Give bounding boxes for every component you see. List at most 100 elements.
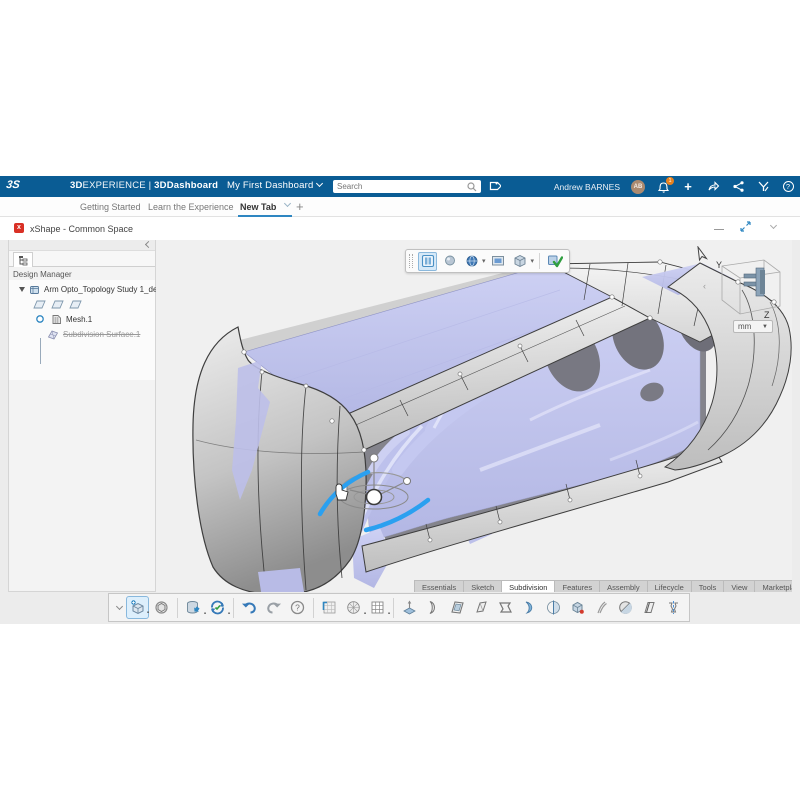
- manipulator-handle-up[interactable]: [370, 454, 378, 462]
- tree-subdivision-row[interactable]: Subdivision Surface.1: [47, 327, 140, 341]
- action-bar-separator: [313, 598, 314, 618]
- ribbon-tab-tools[interactable]: Tools: [691, 580, 724, 592]
- split-surface-icon[interactable]: [542, 596, 565, 619]
- xshape-app-icon[interactable]: x: [14, 223, 24, 233]
- visibility-node-icon[interactable]: [35, 314, 45, 324]
- expand-caret-icon[interactable]: [19, 287, 25, 292]
- view-cube-icon[interactable]: [511, 252, 530, 271]
- design-manager-tab[interactable]: [13, 252, 33, 267]
- manage-content-icon[interactable]: [150, 596, 173, 619]
- add-tab-button[interactable]: +: [296, 199, 304, 214]
- share-network-icon[interactable]: [731, 180, 745, 194]
- axis-y-label: Y: [716, 260, 722, 270]
- undo-icon[interactable]: [238, 596, 261, 619]
- manipulator-center[interactable]: [367, 490, 382, 505]
- xy-plane-icon[interactable]: [33, 299, 46, 310]
- units-value: mm: [738, 322, 751, 331]
- manipulator-handle-right[interactable]: [404, 478, 411, 485]
- expand-icon[interactable]: [740, 221, 751, 232]
- cad-model[interactable]: [156, 240, 792, 592]
- navigation-cube-model: [744, 268, 765, 296]
- ribbon-tab-marketplace[interactable]: Marketplace: [754, 580, 792, 592]
- compass-collapse-icon[interactable]: ‹: [703, 281, 706, 291]
- user-name[interactable]: Andrew BARNES: [554, 182, 620, 192]
- globe-dropdown-caret-icon[interactable]: ▾: [482, 257, 486, 265]
- redo-icon[interactable]: [262, 596, 285, 619]
- search-icon[interactable]: [467, 182, 477, 192]
- loft-frame-icon[interactable]: [494, 596, 517, 619]
- zx-plane-icon[interactable]: [69, 299, 82, 310]
- sphere-cut-icon[interactable]: [614, 596, 637, 619]
- cube-modify-icon[interactable]: [566, 596, 589, 619]
- base-surface-caret-icon[interactable]: ▪: [388, 611, 390, 617]
- new-tab-chevron-icon[interactable]: [284, 200, 291, 207]
- new-content-caret-icon[interactable]: ▪: [147, 610, 149, 616]
- tree-mesh-label[interactable]: Mesh.1: [66, 315, 92, 324]
- ribbon-tab-lifecycle[interactable]: Lifecycle: [647, 580, 691, 592]
- render-sphere-icon[interactable]: [440, 252, 459, 271]
- help-icon[interactable]: ?: [781, 180, 795, 194]
- split-view-icon[interactable]: [418, 252, 437, 271]
- tree-mesh-row[interactable]: Mesh.1: [35, 312, 92, 326]
- screen-fit-icon[interactable]: [489, 252, 508, 271]
- bell-icon[interactable]: 1: [656, 180, 670, 194]
- update-validate-icon[interactable]: [545, 252, 564, 271]
- navigation-cube[interactable]: Y Z: [708, 252, 786, 324]
- help-tool-icon[interactable]: ?: [286, 596, 309, 619]
- view-toolbar: ▾ ▾: [405, 249, 570, 273]
- bend-surface-icon[interactable]: [422, 596, 445, 619]
- base-surface-icon[interactable]: ▪: [366, 596, 389, 619]
- toolbar-grip[interactable]: [409, 254, 413, 268]
- ribbon-tab-sketch[interactable]: Sketch: [463, 580, 501, 592]
- ribbon-tab-features[interactable]: Features: [554, 580, 599, 592]
- action-bar: ▪ ▪ ▪ ? ▪: [108, 593, 690, 622]
- minimize-icon[interactable]: [714, 229, 724, 231]
- flex-curve-icon[interactable]: [590, 596, 613, 619]
- application-window: 3S 3DEXPERIENCE | 3DDashboard My First D…: [0, 176, 800, 624]
- ribbon-tab-essentials[interactable]: Essentials: [414, 580, 463, 592]
- yz-plane-icon[interactable]: [51, 299, 64, 310]
- update-sync-icon[interactable]: ▪: [206, 596, 229, 619]
- global-search[interactable]: [333, 180, 481, 193]
- panel-collapse-icon[interactable]: [145, 241, 152, 248]
- tree-subdivision-label[interactable]: Subdivision Surface.1: [63, 330, 140, 339]
- tab-learn-the-experience[interactable]: Learn the Experience: [148, 197, 234, 217]
- panel-tab-strip: [9, 251, 155, 267]
- dashboard-name[interactable]: My First Dashboard: [227, 180, 313, 191]
- save-data-icon[interactable]: ▪: [182, 596, 205, 619]
- fill-surface-icon[interactable]: [518, 596, 541, 619]
- window-controls: [714, 221, 776, 232]
- units-dropdown[interactable]: mm ▼: [733, 320, 773, 333]
- avatar[interactable]: AB: [631, 180, 645, 194]
- new-content-icon[interactable]: ▪: [126, 596, 149, 619]
- ribbon-tab-view[interactable]: View: [723, 580, 754, 592]
- viewport-3d[interactable]: ▾ ▾: [156, 240, 792, 592]
- dashboard-chevron-icon[interactable]: [316, 180, 323, 187]
- add-icon[interactable]: +: [681, 180, 695, 194]
- ribbon-tab-subdivision[interactable]: Subdivision: [501, 580, 554, 592]
- symmetry-icon[interactable]: [662, 596, 685, 619]
- header-chevron-icon[interactable]: [770, 221, 777, 228]
- update-caret-icon[interactable]: ▪: [228, 611, 230, 617]
- cube-dropdown-caret-icon[interactable]: ▾: [531, 257, 535, 265]
- offset-surface-icon[interactable]: [638, 596, 661, 619]
- swym-icon[interactable]: [756, 180, 770, 194]
- tab-getting-started[interactable]: Getting Started: [80, 197, 141, 217]
- subdivision-primitive-icon[interactable]: ▪: [342, 596, 365, 619]
- tab-new-tab[interactable]: New Tab: [240, 197, 276, 217]
- panel-title: Design Manager: [13, 270, 72, 279]
- model-tree: Arm Opto_Topology Study 1_deform... Mesh…: [9, 280, 155, 380]
- extrude-face-icon[interactable]: [398, 596, 421, 619]
- positioned-sketch-icon[interactable]: [318, 596, 341, 619]
- globe-navigation-icon[interactable]: [462, 252, 481, 271]
- notification-badge: 1: [666, 177, 674, 185]
- frame-surface-icon[interactable]: [446, 596, 469, 619]
- action-bar-separator: [233, 598, 234, 618]
- tag-icon[interactable]: [487, 179, 501, 193]
- fold-surface-icon[interactable]: [470, 596, 493, 619]
- action-bar-collapse-icon[interactable]: [113, 603, 122, 613]
- share-arrow-icon[interactable]: [706, 180, 720, 194]
- dashboard-tab-row: Getting Started Learn the Experience New…: [0, 197, 800, 217]
- search-input[interactable]: [337, 182, 467, 191]
- ribbon-tab-assembly[interactable]: Assembly: [599, 580, 647, 592]
